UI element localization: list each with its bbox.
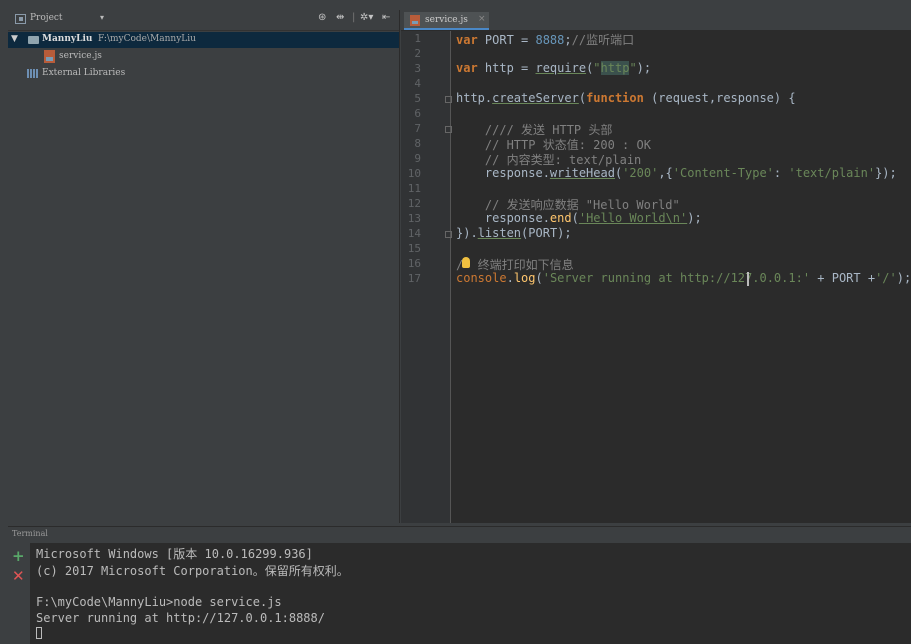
- line-number: 14: [407, 227, 421, 240]
- line-number: 15: [407, 242, 421, 255]
- line-number: 17: [407, 272, 421, 285]
- tree-item-external-libraries[interactable]: External Libraries: [8, 66, 399, 82]
- code-line-10[interactable]: response.writeHead('200',{'Content-Type'…: [456, 166, 897, 180]
- line-number-gutter: 1 2 3 4 5 6 7 8 9 10 11 12 13 14 15 16 1…: [401, 31, 452, 523]
- tab-service-js[interactable]: service.js ×: [404, 12, 489, 30]
- project-panel: Project ▾ ⊛ ⇹ | ✲▾ ⇤ ▼ MannyLiu F:\myCod…: [8, 10, 400, 523]
- new-session-icon[interactable]: +: [12, 547, 25, 565]
- line-number: 5: [414, 92, 421, 105]
- line-number: 7: [414, 122, 421, 135]
- line-number: 16: [407, 257, 421, 270]
- terminal-header: Terminal: [8, 526, 911, 543]
- library-icon: [27, 69, 39, 78]
- project-header: Project ▾ ⊛ ⇹ | ✲▾ ⇤: [8, 10, 399, 31]
- separator: |: [352, 12, 356, 23]
- code-line-5[interactable]: http.createServer(function (request,resp…: [456, 91, 796, 105]
- close-session-icon[interactable]: ✕: [12, 567, 25, 585]
- collapse-all-icon[interactable]: ⇹: [336, 12, 344, 23]
- line-number: 4: [414, 77, 421, 90]
- line-number: 1: [414, 32, 421, 45]
- terminal-line: Server running at http://127.0.0.1:8888/: [36, 611, 325, 625]
- hide-icon[interactable]: ⇤: [382, 12, 390, 23]
- fold-marker-icon[interactable]: [445, 126, 452, 133]
- line-number: 2: [414, 47, 421, 60]
- expand-arrow-icon[interactable]: ▼: [11, 34, 18, 44]
- fold-marker-icon[interactable]: [445, 231, 452, 238]
- code-line-17[interactable]: console.log('Server running at http://12…: [456, 271, 911, 285]
- terminal-title: Terminal: [12, 529, 48, 538]
- chevron-down-icon[interactable]: ▾: [100, 13, 104, 22]
- code-line-13[interactable]: response.end('Hello World\n');: [456, 211, 702, 225]
- code-editor[interactable]: 1 2 3 4 5 6 7 8 9 10 11 12 13 14 15 16 1…: [401, 31, 911, 523]
- crosshair-icon[interactable]: ⊛: [318, 12, 326, 23]
- terminal-line: F:\myCode\MannyLiu>node service.js: [36, 595, 282, 609]
- terminal-line: (c) 2017 Microsoft Corporation。保留所有权利。: [36, 564, 349, 578]
- line-number: 8: [414, 137, 421, 150]
- line-number: 3: [414, 62, 421, 75]
- js-file-icon: [44, 50, 55, 63]
- gear-icon[interactable]: ✲▾: [360, 12, 373, 23]
- line-number: 6: [414, 107, 421, 120]
- editor-tab-bar: service.js ×: [401, 10, 911, 31]
- line-number: 10: [407, 167, 421, 180]
- tree-item-root[interactable]: ▼ MannyLiu F:\myCode\MannyLiu: [8, 32, 399, 48]
- code-line-14[interactable]: }).listen(PORT);: [456, 226, 572, 240]
- line-number: 9: [414, 152, 421, 165]
- js-file-icon: [410, 15, 420, 26]
- root-folder-name: MannyLiu: [42, 34, 93, 44]
- line-number: 13: [407, 212, 421, 225]
- terminal-cursor: [36, 627, 42, 639]
- line-number: 11: [407, 182, 421, 195]
- file-name: service.js: [59, 51, 102, 61]
- close-icon[interactable]: ×: [478, 14, 486, 24]
- terminal-line: Microsoft Windows [版本 10.0.16299.936]: [36, 547, 313, 561]
- terminal-toolbar: + ✕: [8, 543, 30, 644]
- text-caret: [747, 272, 749, 286]
- tab-label: service.js: [425, 15, 468, 25]
- terminal-output[interactable]: Microsoft Windows [版本 10.0.16299.936] (c…: [30, 543, 911, 644]
- external-libraries-label: External Libraries: [42, 68, 126, 78]
- ide-window: Project ▾ ⊛ ⇹ | ✲▾ ⇤ ▼ MannyLiu F:\myCod…: [0, 0, 911, 644]
- fold-marker-icon[interactable]: [445, 96, 452, 103]
- code-line-1[interactable]: var PORT = 8888;//监听端口: [456, 31, 634, 48]
- project-title[interactable]: Project: [30, 13, 63, 23]
- lightbulb-icon[interactable]: [462, 257, 470, 268]
- root-folder-path: F:\myCode\MannyLiu: [98, 34, 196, 44]
- project-icon: [15, 14, 26, 24]
- code-line-3[interactable]: var http = require("http");: [456, 61, 651, 75]
- folder-icon: [28, 36, 39, 44]
- tree-item-file[interactable]: service.js: [8, 49, 399, 65]
- line-number: 12: [407, 197, 421, 210]
